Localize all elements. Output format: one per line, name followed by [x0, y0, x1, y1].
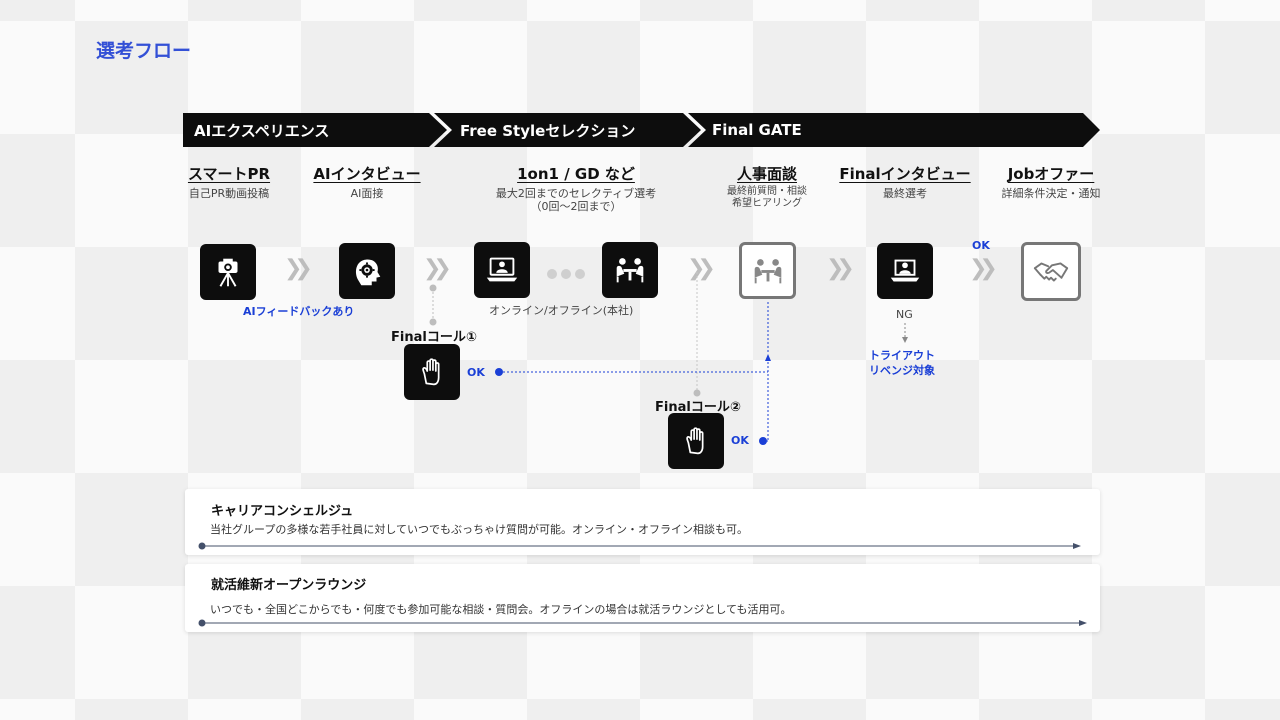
card-open-lounge: 就活維新オープンラウンジ いつでも・全国どこからでも・何度でも参加可能な相談・質…: [185, 564, 1100, 632]
card-desc: いつでも・全国どこからでも・何度でも参加可能な相談・質問会。オフラインの場合は就…: [210, 603, 792, 616]
card-desc: 当社グループの多様な若手社員に対していつでもぶっちゃけ質問が可能。オンライン・オ…: [210, 523, 749, 536]
card-title: キャリアコンシェルジュ: [211, 504, 354, 519]
raised-hand-icon: [668, 413, 724, 469]
ok-label-call2: OK: [731, 434, 749, 447]
ng-arrowhead: [902, 337, 908, 343]
timeline-arrow: [198, 619, 1087, 627]
card-career-concierge: キャリアコンシェルジュ 当社グループの多様な若手社員に対していつでもぶっちゃけ質…: [185, 489, 1100, 555]
ok-label-call1: OK: [467, 366, 485, 379]
final-call-1-label: Finalコール①: [391, 330, 477, 345]
arrowhead-up: [765, 354, 771, 361]
connector-dot: [429, 284, 437, 292]
connector-dot-blue: [759, 437, 767, 445]
card-title: 就活維新オープンラウンジ: [211, 578, 367, 593]
raised-hand-icon: [404, 344, 460, 400]
connector-dot-blue: [495, 368, 503, 376]
timeline-arrow: [198, 542, 1081, 550]
connector-dot: [429, 318, 437, 326]
